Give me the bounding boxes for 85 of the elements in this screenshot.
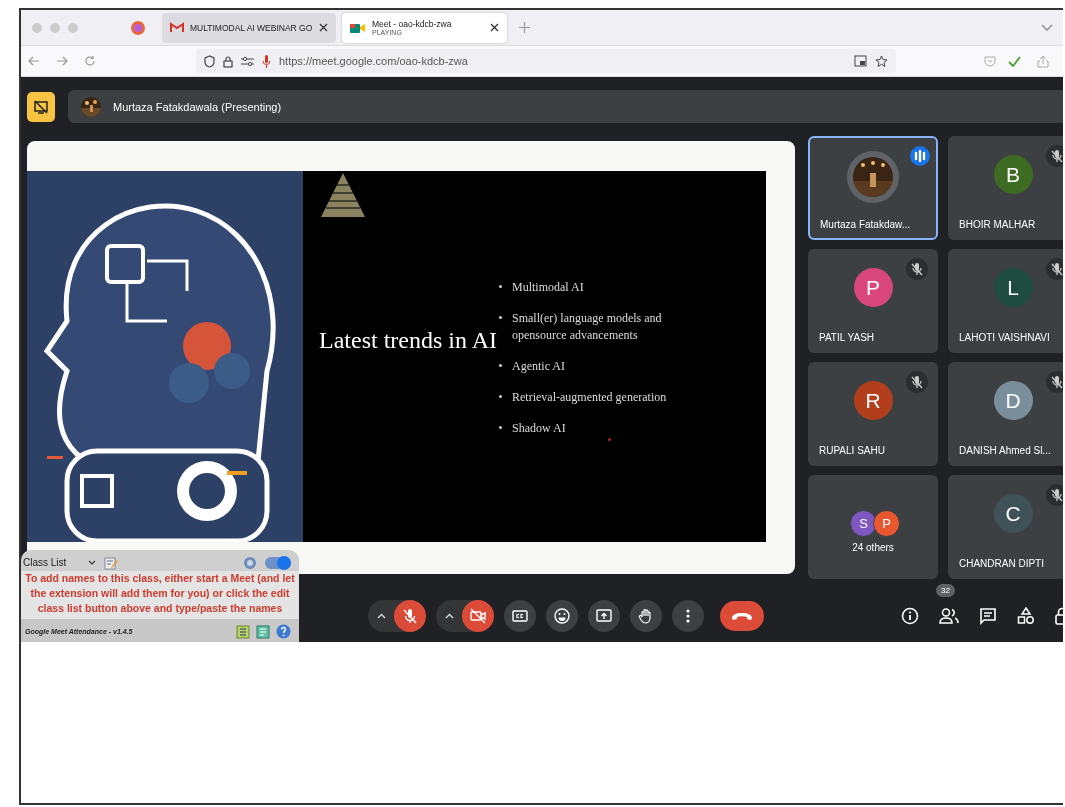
chevron-down-icon[interactable] [1041, 23, 1053, 32]
class-list-dropdown[interactable]: Class List [23, 557, 97, 568]
participant-name: DANISH Ahmed Sl... [958, 445, 1052, 458]
avatar: P [853, 268, 893, 307]
slide-title: Latest trends in AI [318, 326, 498, 355]
avatar: C [993, 494, 1033, 533]
participant-name: CHANDRAN DIPTI [958, 558, 1045, 571]
present-button[interactable] [588, 600, 620, 632]
close-icon[interactable] [490, 23, 499, 32]
hand-icon [638, 608, 654, 624]
microphone-muted-icon [402, 608, 418, 624]
reload-icon[interactable] [84, 55, 96, 67]
present-screen-icon [596, 608, 612, 624]
gear-icon[interactable] [243, 555, 257, 570]
caret-down-icon [88, 560, 97, 565]
participant-name: LAHOTI VAISHNAVI [958, 332, 1051, 345]
captions-icon [512, 608, 528, 624]
caret-icon [376, 613, 386, 619]
checklist-icon[interactable] [256, 624, 270, 639]
close-icon[interactable] [319, 23, 328, 32]
participant-name: Murtaza Fatakdaw... [819, 219, 912, 232]
avatar: B [993, 155, 1033, 194]
avatar: L [993, 268, 1033, 307]
bullet-dot [499, 364, 502, 367]
bullet-dot [499, 426, 502, 429]
presenter-name: Murtaza Fatakdawala (Presenting) [113, 100, 282, 113]
mail-icon [170, 22, 184, 33]
instructions-text: To add names to this class, either start a Meet (and let the extension will add them for you) or click the edit class list button above and type/paste the names [24, 571, 296, 616]
shield-icon [204, 54, 215, 68]
bullet-text: Multimodal AI [512, 279, 585, 296]
share-icon[interactable] [1037, 54, 1049, 68]
people-icon [939, 608, 959, 624]
bullet-text: Retrieval-augmented generation [512, 389, 668, 406]
browser-tab[interactable]: MULTIMODAL AI WEBINAR GO [162, 12, 336, 43]
participant-count: 32 [936, 584, 955, 597]
camera-off-icon [470, 608, 486, 624]
avatar: S [850, 509, 877, 537]
sliders-icon [241, 56, 254, 66]
participant-name: PATIL YASH [818, 332, 876, 345]
participant-name: BHOIR MALHAR [958, 219, 1037, 232]
participant-name: RUPALI SAHU [818, 445, 886, 458]
phone-icon [731, 611, 753, 621]
avatar: P [873, 509, 900, 537]
camera-button[interactable] [462, 600, 494, 632]
laser-pointer [608, 438, 611, 441]
bullet-text: Shadow AI [512, 420, 567, 437]
shapes-icon[interactable] [1017, 607, 1035, 625]
back-icon[interactable] [28, 56, 40, 66]
address-bar[interactable]: https://meet.google.com/oao-kdcb-zwa [196, 49, 896, 73]
microphone-button[interactable] [394, 600, 426, 632]
help-icon[interactable] [276, 624, 291, 639]
star-icon[interactable] [875, 54, 888, 68]
bullet-dot [499, 285, 502, 288]
chat-icon[interactable] [979, 607, 997, 625]
bullet-dot [499, 395, 502, 398]
presentation-off-icon [34, 99, 48, 114]
present-button[interactable] [27, 91, 55, 122]
list-icon[interactable] [236, 624, 250, 639]
end-call-button[interactable] [720, 601, 764, 631]
bullet-text: Small(er) language models and opensource advancements [512, 310, 663, 344]
checkmark-icon[interactable] [1008, 55, 1021, 67]
avatar: R [853, 381, 893, 420]
picture-in-picture-icon[interactable] [854, 55, 867, 67]
pocket-icon[interactable] [984, 55, 996, 67]
bullet-text: Agentic AI [512, 358, 566, 375]
pyramid-icon [321, 173, 365, 217]
more-options-button[interactable] [672, 600, 704, 632]
avatar: D [993, 381, 1033, 420]
toggle-switch[interactable] [265, 556, 291, 569]
forward-icon[interactable] [56, 56, 68, 66]
caret-icon [444, 613, 454, 619]
captions-button[interactable] [504, 600, 536, 632]
speaking-icon [910, 146, 930, 166]
new-tab-icon[interactable] [519, 22, 530, 33]
url-text[interactable]: https://meet.google.com/oao-kdcb-zwa [279, 55, 468, 67]
camera-icon [350, 21, 366, 34]
bullet-dot [499, 316, 502, 319]
raise-hand-button[interactable] [630, 600, 662, 632]
info-icon[interactable] [901, 607, 919, 625]
emoji-button[interactable] [546, 600, 578, 632]
participant-name: 24 others [852, 540, 894, 553]
lock-icon [223, 54, 233, 68]
microphone-icon [262, 54, 271, 68]
browser-logo-icon[interactable] [130, 19, 146, 36]
smiley-icon [554, 608, 570, 624]
